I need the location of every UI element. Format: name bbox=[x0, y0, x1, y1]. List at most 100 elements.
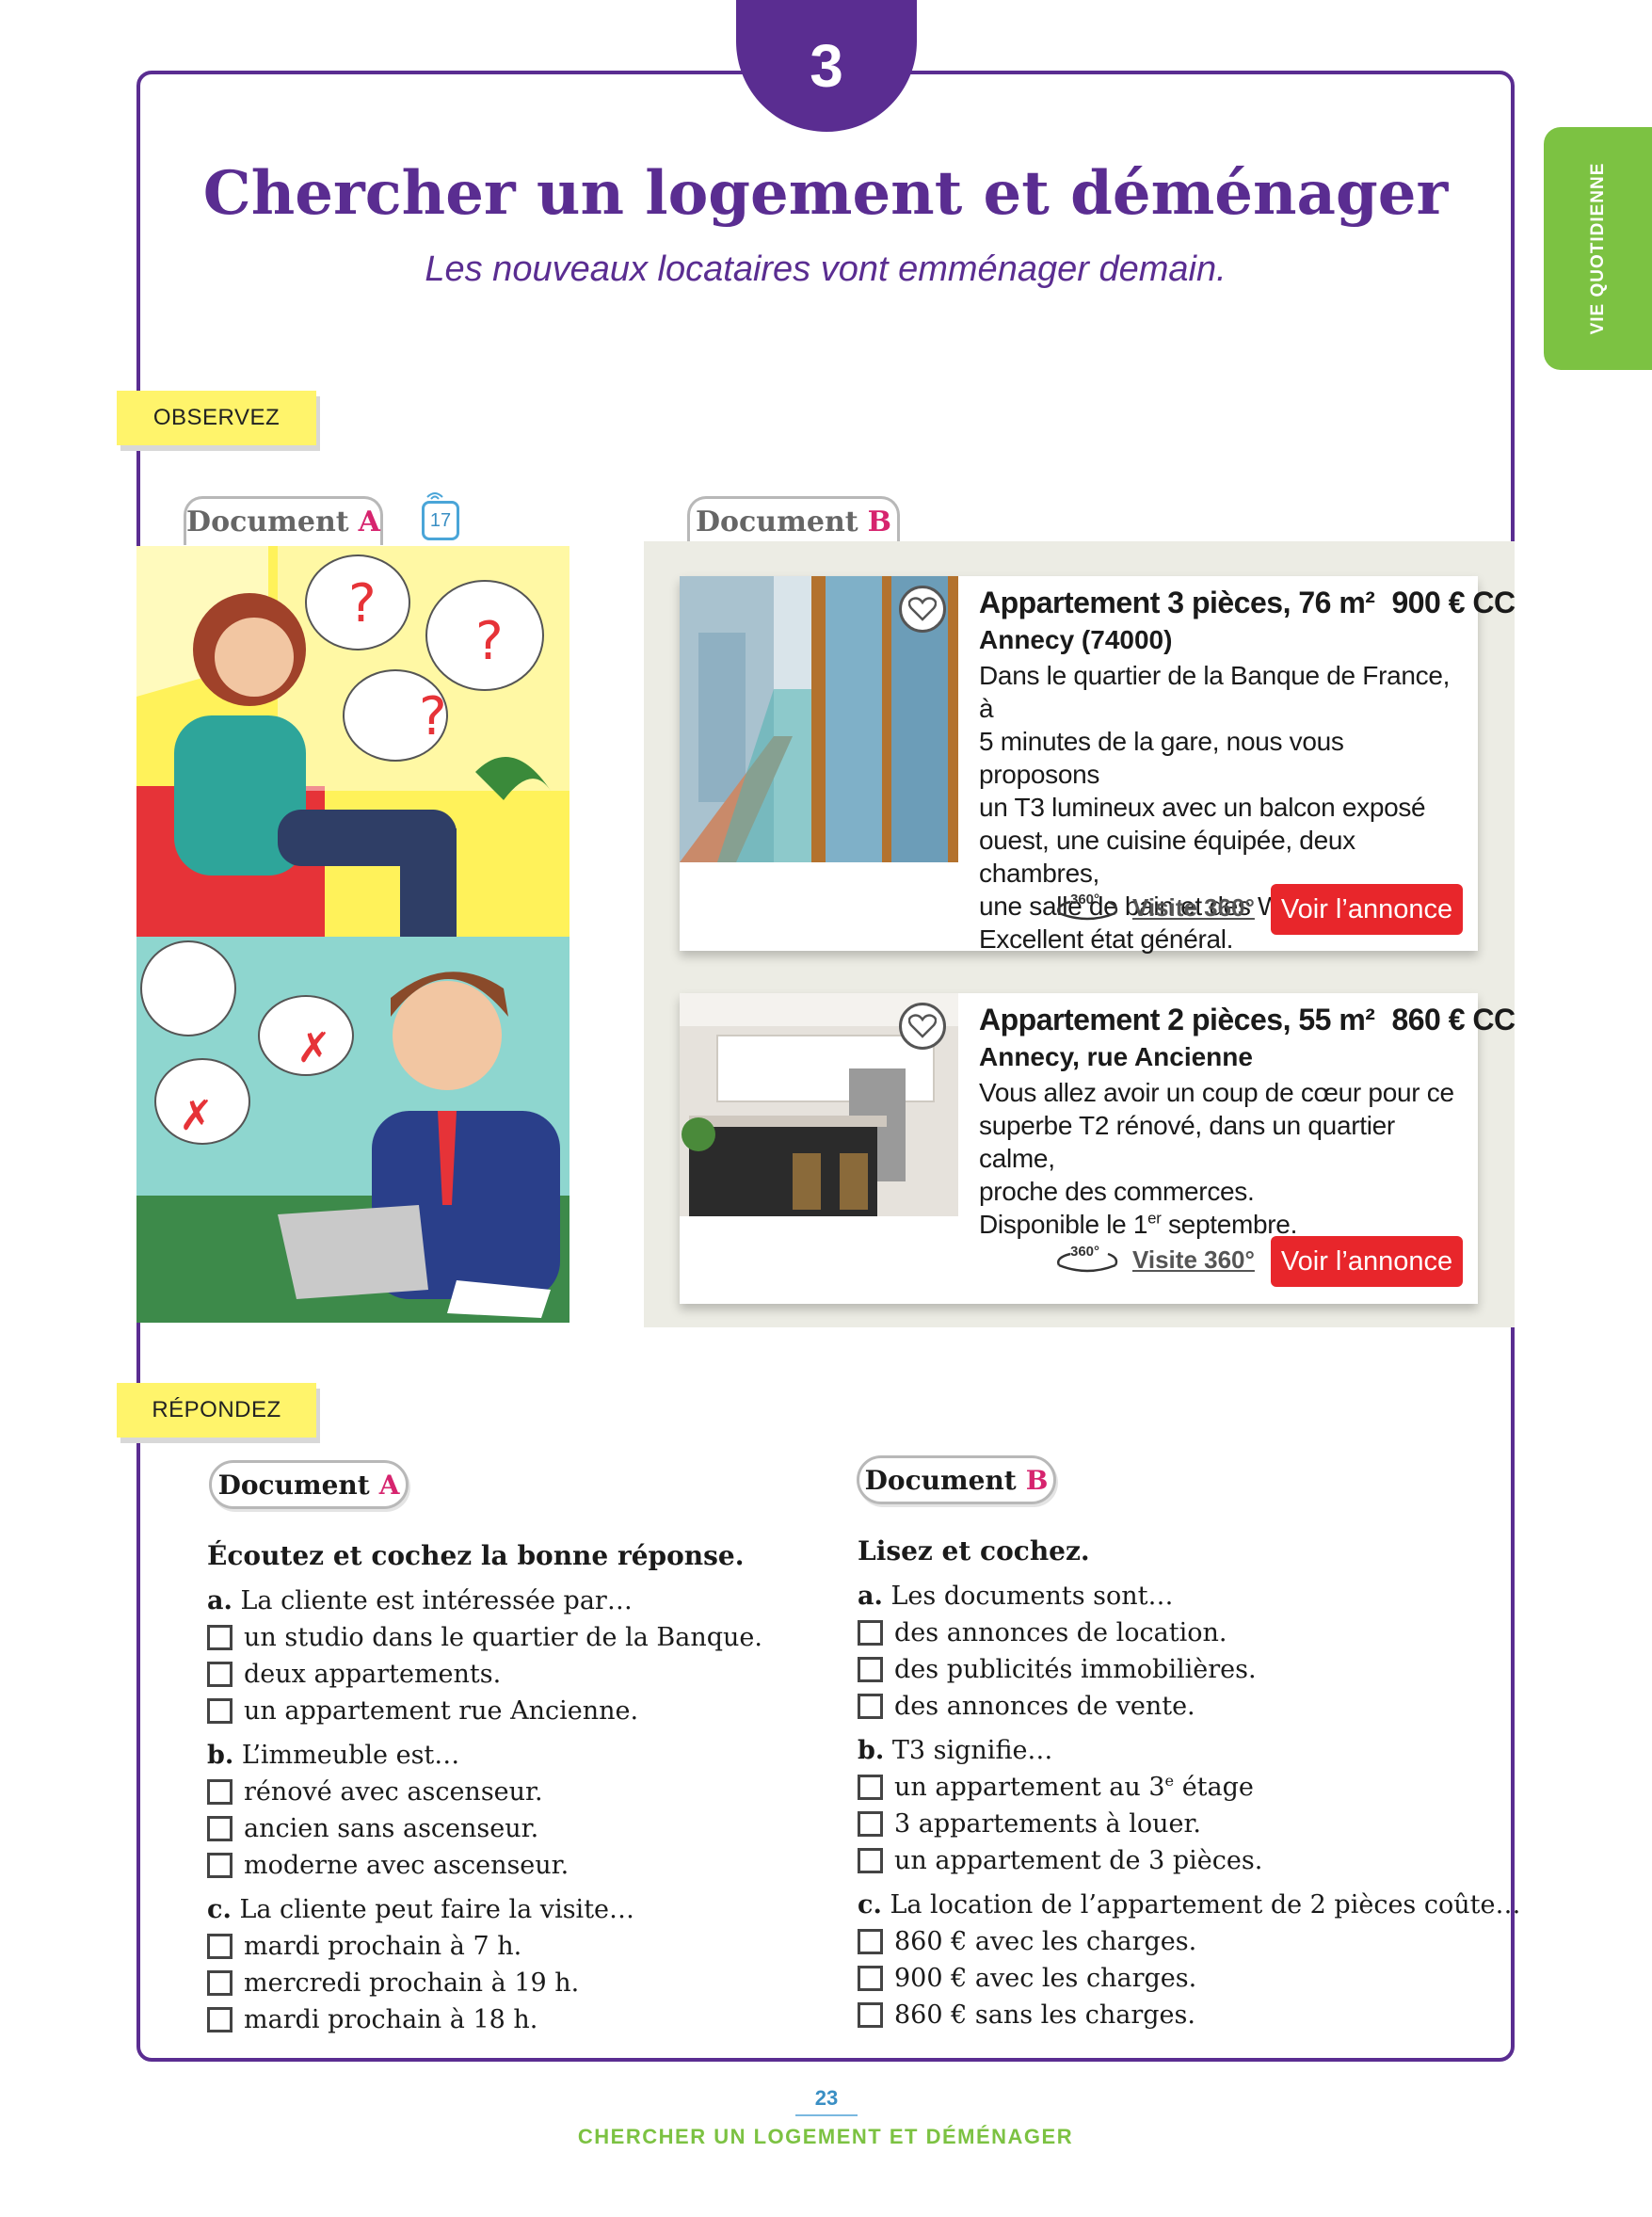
listing-desc-line: un T3 lumineux avec un balcon exposé bbox=[979, 793, 1426, 822]
visit-360-link[interactable]: 360° Visite 360° bbox=[1051, 1241, 1255, 1278]
doc-a-pill: Document A bbox=[209, 1460, 409, 1509]
answer-option[interactable]: mardi prochain à 18 h. bbox=[207, 2001, 828, 2038]
checkbox[interactable] bbox=[858, 1966, 883, 1991]
listing-location: Annecy, rue Ancienne bbox=[979, 1042, 1253, 1071]
exercise-b: Lisez et cochez. a. Les documents sont… … bbox=[858, 1533, 1520, 2033]
checkbox[interactable] bbox=[858, 1694, 883, 1719]
listing-description: Vous allez avoir un coup de cœur pour ce… bbox=[979, 1076, 1468, 1241]
favorite-heart-icon[interactable] bbox=[899, 586, 946, 633]
listing-heading: Appartement 2 pièces, 55 m² 860 € CC bbox=[979, 1001, 1516, 1038]
option-label: ancien sans ascenseur. bbox=[244, 1814, 539, 1843]
question-text: La location de l’appartement de 2 pièces… bbox=[890, 1890, 1521, 1920]
option-label: mercredi prochain à 19 h. bbox=[244, 1968, 580, 1998]
checkbox[interactable] bbox=[207, 1662, 233, 1687]
page-number: 23 bbox=[795, 2086, 858, 2116]
option-label: un appartement de 3 pièces. bbox=[894, 1846, 1263, 1875]
question-a: a. Les documents sont… bbox=[858, 1578, 1498, 1615]
answer-option[interactable]: un appartement au 3e étage bbox=[858, 1769, 1498, 1806]
question-text: La cliente est intéressée par… bbox=[240, 1586, 633, 1615]
rotate-360-icon-text: 360° bbox=[1070, 892, 1099, 908]
option-label: un appartement rue Ancienne. bbox=[244, 1696, 639, 1726]
answer-option[interactable]: un appartement de 3 pièces. bbox=[858, 1842, 1498, 1879]
doc-a-tab-letter: A bbox=[358, 506, 380, 538]
svg-text:✗: ✗ bbox=[297, 1024, 331, 1072]
checkbox[interactable] bbox=[207, 1853, 233, 1878]
option-label: mardi prochain à 18 h. bbox=[244, 2005, 538, 2034]
option-label: 860 € avec les charges. bbox=[894, 1927, 1197, 1956]
answer-option[interactable]: deux appartements. bbox=[207, 1656, 828, 1693]
visit-360-link[interactable]: 360° Visite 360° bbox=[1051, 889, 1255, 926]
question-text: La cliente peut faire la visite… bbox=[239, 1895, 635, 1924]
option-label: un appartement au 3e étage bbox=[894, 1769, 1254, 1806]
question-b: b. L’immeuble est… bbox=[207, 1737, 828, 1774]
answer-option[interactable]: des annonces de vente. bbox=[858, 1688, 1498, 1725]
option-label: un studio dans le quartier de la Banque. bbox=[244, 1623, 762, 1652]
view-listing-button[interactable]: Voir l’annonce bbox=[1271, 884, 1463, 935]
answer-option[interactable]: des annonces de location. bbox=[858, 1615, 1498, 1651]
option-label: des publicités immobilières. bbox=[894, 1655, 1257, 1684]
observe-badge: OBSERVEZ bbox=[117, 391, 316, 445]
answer-option[interactable]: moderne avec ascenseur. bbox=[207, 1847, 828, 1884]
doc-a-pill-label: Document bbox=[217, 1469, 370, 1501]
question-text: T3 signifie… bbox=[891, 1736, 1053, 1765]
checkbox[interactable] bbox=[207, 2007, 233, 2032]
doc-a-pill-letter: A bbox=[378, 1469, 400, 1501]
answer-option[interactable]: 860 € sans les charges. bbox=[858, 1997, 1498, 2033]
checkbox[interactable] bbox=[858, 1929, 883, 1954]
answer-option[interactable]: rénové avec ascenseur. bbox=[207, 1774, 828, 1810]
question-letter: b. bbox=[207, 1741, 234, 1770]
checkbox[interactable] bbox=[207, 1816, 233, 1841]
checkbox[interactable] bbox=[207, 1698, 233, 1724]
checkbox[interactable] bbox=[207, 1970, 233, 1996]
rotate-360-icon: 360° bbox=[1057, 1244, 1118, 1273]
checkbox[interactable] bbox=[858, 1811, 883, 1837]
question-letter: c. bbox=[858, 1890, 882, 1920]
audio-track-icon[interactable]: 17 bbox=[422, 501, 459, 540]
checkbox[interactable] bbox=[858, 1620, 883, 1646]
option-label: deux appartements. bbox=[244, 1660, 502, 1689]
listing-title: Appartement 3 pièces, 76 m² bbox=[979, 586, 1375, 619]
question-text: L’immeuble est… bbox=[241, 1741, 460, 1770]
answer-option[interactable]: ancien sans ascenseur. bbox=[207, 1810, 828, 1847]
answer-option[interactable]: 900 € avec les charges. bbox=[858, 1960, 1498, 1997]
visit-360-label[interactable]: Visite 360° bbox=[1132, 1245, 1255, 1275]
checkbox[interactable] bbox=[858, 1848, 883, 1873]
doc-a-tab: Document A bbox=[184, 496, 383, 545]
question-letter: a. bbox=[858, 1582, 883, 1611]
side-section-tab: VIE QUOTIDIENNE bbox=[1544, 127, 1652, 370]
answer-option[interactable]: 860 € avec les charges. bbox=[858, 1923, 1498, 1960]
checkbox[interactable] bbox=[207, 1779, 233, 1805]
svg-text:?: ? bbox=[475, 611, 504, 672]
favorite-heart-icon[interactable] bbox=[899, 1003, 946, 1050]
checkbox[interactable] bbox=[207, 1934, 233, 1959]
answer-option[interactable]: mardi prochain à 7 h. bbox=[207, 1928, 828, 1965]
answer-option[interactable]: des publicités immobilières. bbox=[858, 1651, 1498, 1688]
rotate-360-icon-text: 360° bbox=[1070, 1244, 1099, 1260]
rotate-360-icon: 360° bbox=[1057, 892, 1118, 921]
option-text: étage bbox=[1174, 1773, 1254, 1802]
question-letter: c. bbox=[207, 1895, 232, 1924]
answer-option[interactable]: mercredi prochain à 19 h. bbox=[207, 1965, 828, 2001]
listing-desc-line: superbe T2 rénové, dans un quartier calm… bbox=[979, 1111, 1395, 1173]
listing-card: Appartement 3 pièces, 76 m² 900 € CC Anne… bbox=[680, 576, 1516, 954]
doc-a-illustration: ? ? ? ✗ ✗ bbox=[136, 546, 569, 1323]
desc-text: septembre. bbox=[1161, 1210, 1298, 1239]
answer-option[interactable]: un studio dans le quartier de la Banque. bbox=[207, 1619, 828, 1656]
option-superscript: e bbox=[1164, 1772, 1175, 1790]
checkbox[interactable] bbox=[858, 1775, 883, 1800]
checkbox[interactable] bbox=[858, 1657, 883, 1682]
question-c: c. La cliente peut faire la visite… bbox=[207, 1891, 828, 1928]
visit-360-label[interactable]: Visite 360° bbox=[1132, 893, 1255, 923]
listing-price: 860 € CC bbox=[1391, 1003, 1516, 1036]
view-listing-button[interactable]: Voir l’annonce bbox=[1271, 1236, 1463, 1287]
side-tab-label: VIE QUOTIDIENNE bbox=[1587, 162, 1608, 335]
listing-card: Appartement 2 pièces, 55 m² 860 € CC Anne… bbox=[680, 993, 1516, 1304]
doc-b-tab: Document B bbox=[687, 496, 900, 545]
checkbox[interactable] bbox=[858, 2002, 883, 2028]
answer-option[interactable]: 3 appartements à louer. bbox=[858, 1806, 1498, 1842]
listing-location: Annecy (74000) bbox=[979, 625, 1173, 654]
option-label: 3 appartements à louer. bbox=[894, 1809, 1201, 1839]
checkbox[interactable] bbox=[207, 1625, 233, 1650]
question-a: a. La cliente est intéressée par… bbox=[207, 1582, 828, 1619]
answer-option[interactable]: un appartement rue Ancienne. bbox=[207, 1693, 828, 1729]
